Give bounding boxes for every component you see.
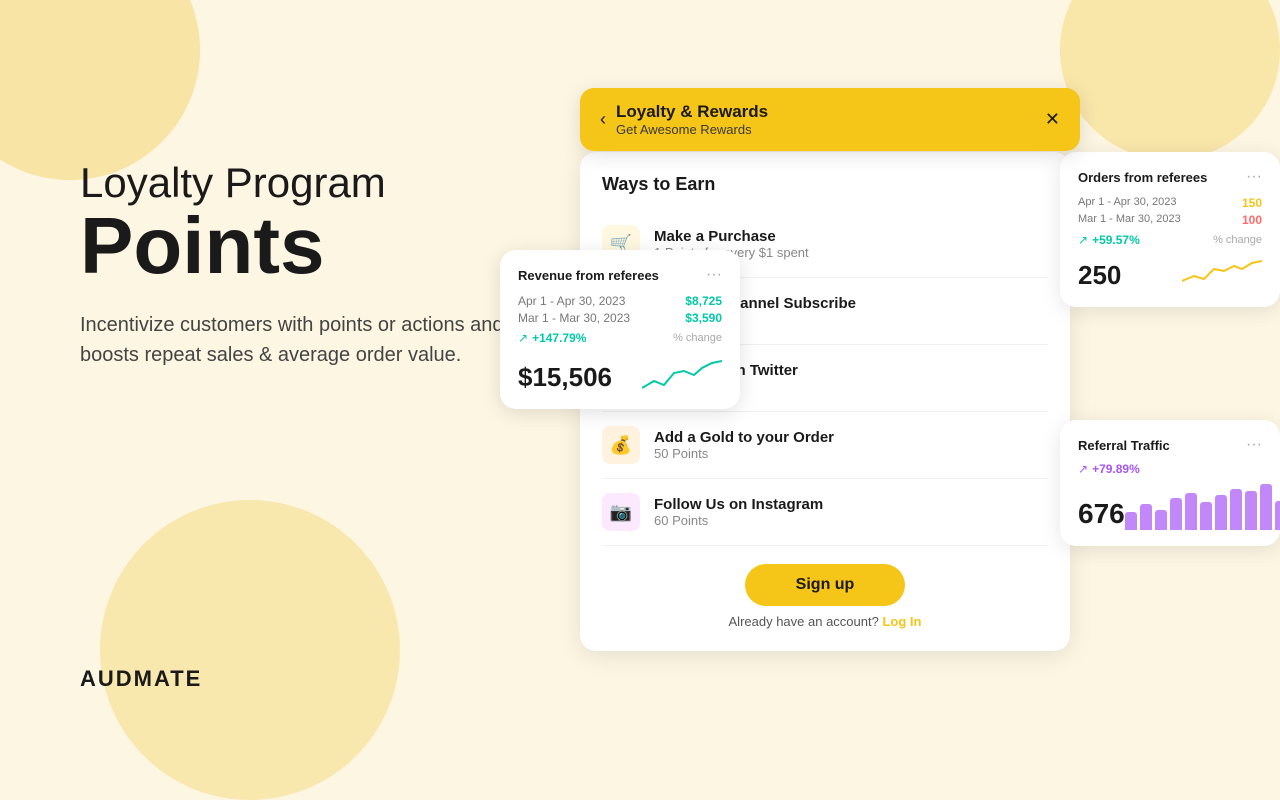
revenue-card-header: Revenue from referees ··· [518, 266, 722, 284]
earn-sub-instagram: 60 Points [654, 513, 823, 528]
loyalty-program-label: Loyalty Program [80, 160, 580, 206]
loyalty-header-left: ‹ Loyalty & Rewards Get Awesome Rewards [600, 102, 768, 137]
earn-title-purchase: Make a Purchase [654, 228, 809, 245]
revenue-date2: Mar 1 - Mar 30, 2023 [518, 311, 630, 325]
bar [1275, 501, 1280, 530]
referral-change: ↗ +79.89% [1078, 462, 1262, 476]
orders-card-header: Orders from referees ··· [1078, 168, 1262, 186]
instagram-icon: 📷 [602, 493, 640, 531]
revenue-chart [642, 353, 722, 393]
right-section: ‹ Loyalty & Rewards Get Awesome Rewards … [580, 0, 1280, 720]
bar [1245, 491, 1257, 530]
log-in-link[interactable]: Log In [882, 614, 921, 629]
loyalty-header-text: Loyalty & Rewards Get Awesome Rewards [616, 102, 768, 137]
revenue-change: ↗ +147.79% % change [518, 331, 722, 345]
bg-circle-tl [0, 0, 200, 180]
orders-change-pct: +59.57% [1092, 233, 1140, 247]
orders-val2: 100 [1242, 213, 1262, 227]
orders-more-icon[interactable]: ··· [1246, 168, 1262, 186]
ways-to-earn-title: Ways to Earn [602, 174, 1048, 195]
bg-circle-bl [100, 500, 400, 800]
close-icon[interactable]: ✕ [1045, 109, 1060, 130]
revenue-card-title: Revenue from referees [518, 268, 659, 283]
chevron-left-icon[interactable]: ‹ [600, 109, 606, 130]
description: Incentivize customers with points or act… [80, 310, 510, 370]
revenue-bottom: $15,506 [518, 353, 722, 393]
revenue-big-value: $15,506 [518, 362, 612, 393]
referral-more-icon[interactable]: ··· [1246, 436, 1262, 454]
referral-bottom: 676 [1078, 480, 1262, 530]
loyalty-header-title: Loyalty & Rewards [616, 102, 768, 122]
revenue-row-2: Mar 1 - Mar 30, 2023 $3,590 [518, 311, 722, 325]
orders-card: Orders from referees ··· Apr 1 - Apr 30,… [1060, 152, 1280, 307]
orders-date2: Mar 1 - Mar 30, 2023 [1078, 213, 1181, 227]
gold-icon: 💰 [602, 426, 640, 464]
bar [1155, 510, 1167, 530]
bar [1140, 504, 1152, 530]
revenue-change-arrow: ↗ [518, 331, 528, 345]
bar [1170, 498, 1182, 530]
earn-item-text-ig: Follow Us on Instagram 60 Points [654, 496, 823, 528]
revenue-card: Revenue from referees ··· Apr 1 - Apr 30… [500, 250, 740, 409]
referral-big-value: 676 [1078, 498, 1125, 530]
earn-item-text-gold: Add a Gold to your Order 50 Points [654, 429, 834, 461]
referral-change-arrow: ↗ [1078, 462, 1088, 476]
referral-change-pct: +79.89% [1092, 462, 1140, 476]
referral-bar-chart [1125, 480, 1280, 530]
bar [1230, 489, 1242, 530]
earn-title-gold: Add a Gold to your Order [654, 429, 834, 446]
orders-card-title: Orders from referees [1078, 170, 1207, 185]
bar [1185, 493, 1197, 530]
already-account-label: Already have an account? [729, 614, 879, 629]
already-account-text: Already have an account? Log In [602, 614, 1048, 629]
orders-row-1: Apr 1 - Apr 30, 2023 150 [1078, 196, 1262, 210]
orders-val1: 150 [1242, 196, 1262, 210]
revenue-change-label: % change [673, 332, 722, 344]
referral-card: Referral Traffic ··· ↗ +79.89% 676 [1060, 420, 1280, 546]
earn-item-instagram: 📷 Follow Us on Instagram 60 Points [602, 479, 1048, 546]
orders-row-2: Mar 1 - Mar 30, 2023 100 [1078, 213, 1262, 227]
brand-logo: AUDMATE [80, 666, 202, 692]
bar [1215, 495, 1227, 530]
referral-card-header: Referral Traffic ··· [1078, 436, 1262, 454]
revenue-val2: $3,590 [685, 311, 722, 325]
revenue-change-pct: +147.79% [532, 331, 586, 345]
bar [1260, 484, 1272, 530]
revenue-val1: $8,725 [685, 294, 722, 308]
loyalty-header-sub: Get Awesome Rewards [616, 122, 768, 137]
orders-big-value: 250 [1078, 260, 1121, 291]
orders-bottom: 250 [1078, 251, 1262, 291]
earn-title-instagram: Follow Us on Instagram [654, 496, 823, 513]
orders-change-label: % change [1213, 234, 1262, 246]
referral-card-title: Referral Traffic [1078, 438, 1170, 453]
orders-change-arrow: ↗ [1078, 233, 1088, 247]
orders-change: ↗ +59.57% % change [1078, 233, 1262, 247]
revenue-more-icon[interactable]: ··· [706, 266, 722, 284]
orders-date1: Apr 1 - Apr 30, 2023 [1078, 196, 1176, 210]
earn-sub-gold: 50 Points [654, 446, 834, 461]
revenue-row-1: Apr 1 - Apr 30, 2023 $8,725 [518, 294, 722, 308]
loyalty-header-card: ‹ Loyalty & Rewards Get Awesome Rewards … [580, 88, 1080, 151]
signup-button[interactable]: Sign up [745, 564, 905, 606]
revenue-date1: Apr 1 - Apr 30, 2023 [518, 294, 625, 308]
orders-chart [1182, 251, 1262, 291]
earn-item-gold: 💰 Add a Gold to your Order 50 Points [602, 412, 1048, 479]
bar [1125, 512, 1137, 530]
bar [1200, 502, 1212, 530]
